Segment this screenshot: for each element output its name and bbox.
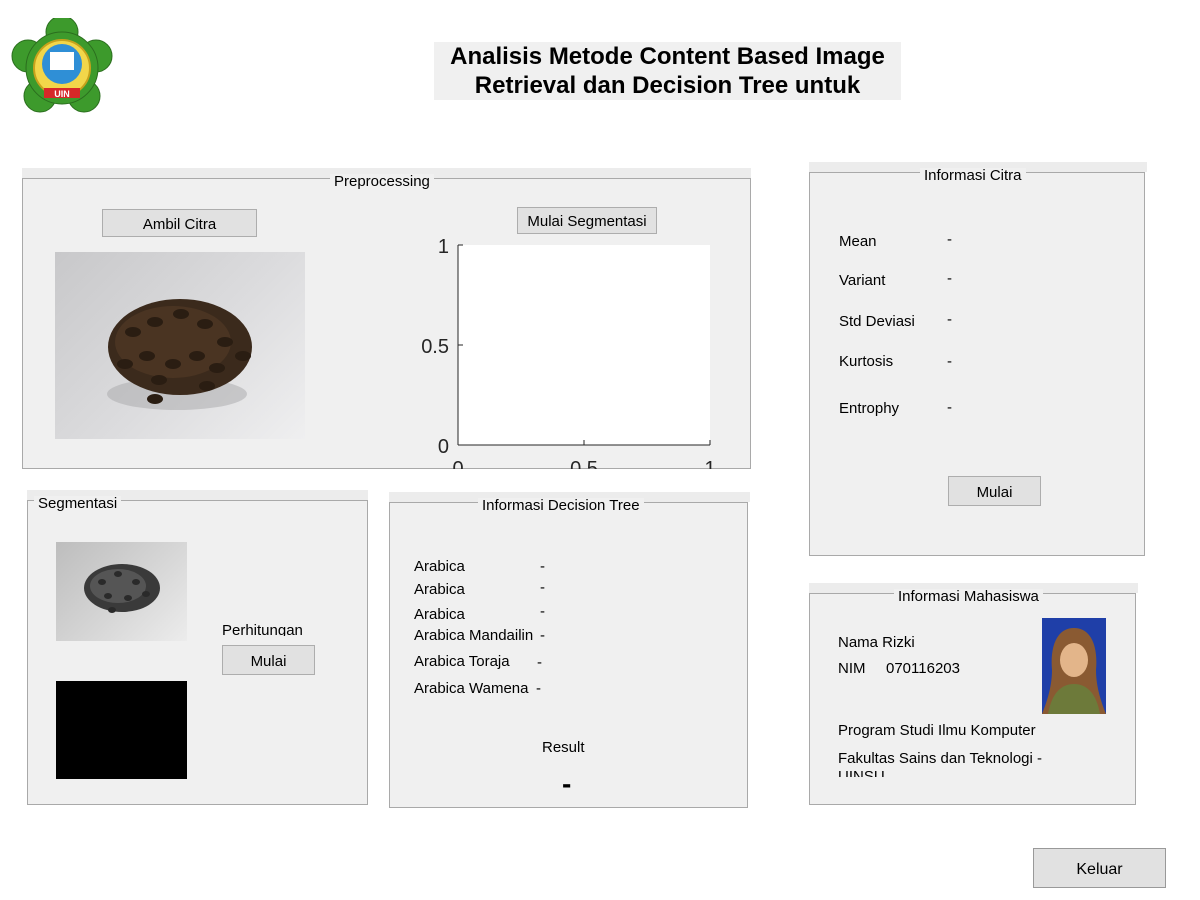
decision-tree-value-1: -	[540, 558, 545, 575]
informasi-citra-caption: Informasi Citra	[920, 168, 1026, 184]
informasi-citra-mulai-button[interactable]: Mulai	[948, 476, 1041, 506]
decision-tree-label-1: Arabica	[414, 558, 465, 575]
variant-value: -	[947, 270, 952, 287]
mean-value: -	[947, 231, 952, 248]
decision-tree-label-3: Arabica	[414, 606, 465, 622]
title-line-2: Retrieval dan Decision Tree untuk	[474, 72, 861, 99]
decision-tree-value-4: -	[540, 627, 545, 644]
segmentasi-mulai-button[interactable]: Mulai	[222, 645, 315, 675]
informasi-mahasiswa-panel: Informasi Mahasiswa Nama Rizki NIM 07011…	[809, 589, 1136, 805]
nim-value: 070116203	[886, 660, 960, 677]
university-logo: UIN	[10, 15, 114, 118]
ambil-citra-button[interactable]: Ambil Citra	[102, 209, 257, 237]
decision-tree-panel: Informasi Decision Tree Arabica - Arabic…	[389, 498, 748, 808]
result-label: Result	[542, 739, 585, 756]
logo-text: UIN	[54, 89, 70, 99]
segmentasi-panel: Segmentasi Perhitungan Mulai	[27, 496, 368, 805]
variant-label: Variant	[839, 272, 886, 289]
segmentasi-caption: Segmentasi	[34, 496, 122, 512]
result-value: -	[562, 768, 572, 799]
plot-x-tick-0: 0	[452, 458, 463, 469]
decision-tree-caption: Informasi Decision Tree	[478, 498, 644, 514]
segmented-binary-image	[56, 681, 187, 779]
std-deviasi-label: Std Deviasi	[839, 313, 915, 330]
kurtosis-value: -	[947, 353, 952, 370]
nim-label: NIM	[838, 660, 866, 677]
plot-y-tick-05: 0.5	[421, 336, 449, 358]
title-line-1: Analisis Metode Content Based Image	[450, 43, 885, 70]
kurtosis-label: Kurtosis	[839, 353, 894, 370]
decision-tree-value-6: -	[536, 680, 541, 697]
plot-y-tick-1: 1	[438, 236, 449, 258]
std-deviasi-value: -	[947, 311, 952, 328]
decision-tree-label-5: Arabica Toraja	[414, 653, 510, 669]
plot-x-tick-1: 1	[704, 458, 715, 469]
perhitungan-label: Perhitungan	[222, 622, 303, 636]
preprocessing-plot: 1 0.5 0 0 0.5 1	[403, 227, 743, 469]
decision-tree-label-2: Arabica	[414, 581, 465, 598]
grayscale-image	[56, 542, 187, 641]
informasi-mahasiswa-caption: Informasi Mahasiswa	[894, 589, 1043, 605]
entrophy-value: -	[947, 399, 952, 416]
fakultas-text: Fakultas Sains dan Teknologi - UINSU	[838, 750, 1043, 777]
program-studi-text: Program Studi Ilmu Komputer	[838, 722, 1036, 739]
decision-tree-value-5: -	[537, 654, 542, 671]
page-title: Analisis Metode Content Based Image Retr…	[434, 42, 901, 100]
decision-tree-label-4: Arabica Mandailin	[414, 627, 534, 643]
plot-x-tick-05: 0.5	[570, 458, 598, 469]
decision-tree-label-6: Arabica Wamena	[414, 680, 529, 696]
preprocessing-panel: Preprocessing Ambil Citra Mulai Segmenta…	[22, 174, 751, 469]
mean-label: Mean	[839, 233, 877, 250]
informasi-citra-panel: Informasi Citra Mean - Variant - Std Dev…	[809, 168, 1145, 556]
student-photo	[1042, 618, 1106, 714]
preprocessing-caption: Preprocessing	[330, 174, 434, 190]
nama-text: Nama Rizki	[838, 634, 915, 651]
decision-tree-value-2: -	[540, 579, 545, 596]
coffee-bean-image	[55, 252, 305, 439]
decision-tree-value-3: -	[540, 603, 545, 620]
plot-y-tick-0: 0	[438, 436, 449, 458]
keluar-button[interactable]: Keluar	[1033, 848, 1166, 888]
entrophy-label: Entrophy	[839, 400, 900, 417]
